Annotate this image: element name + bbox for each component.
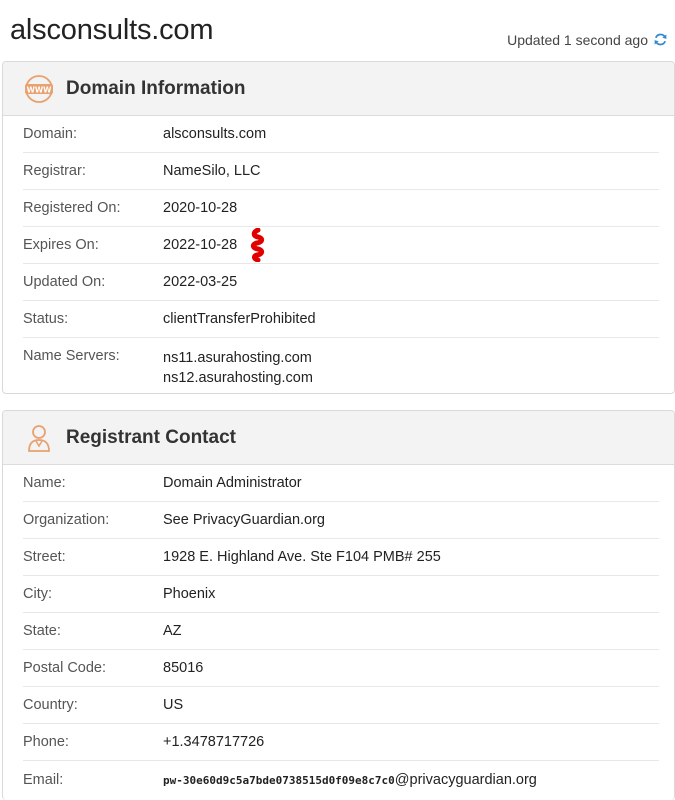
postal-code-row: Postal Code: 85016: [23, 650, 659, 687]
www-globe-icon: WWW: [25, 74, 53, 103]
row-label: City:: [23, 586, 52, 602]
row-value: +1.3478717726: [163, 734, 265, 750]
registrant-contact-title: Registrant Contact: [66, 426, 236, 448]
country-row: Country: US: [23, 687, 659, 724]
row-value: clientTransferProhibited: [163, 311, 316, 327]
name-servers-row: Name Servers: ns11.asurahosting.com ns12…: [23, 338, 659, 393]
row-value: Domain Administrator: [163, 475, 302, 491]
person-icon: [28, 424, 50, 452]
email-value: pw-30e60d9c5a7bde0738515d0f09e8c7c0@priv…: [163, 772, 537, 788]
row-value: See PrivacyGuardian.org: [163, 512, 325, 528]
domain-row: Domain: alsconsults.com: [23, 116, 659, 153]
registrant-contact-card: Registrant Contact Name: Domain Administ…: [2, 410, 675, 800]
row-label: State:: [23, 623, 61, 639]
domain-information-title: Domain Information: [66, 77, 246, 99]
name-server-item: ns11.asurahosting.com: [163, 350, 312, 366]
row-value: 2022-03-25: [163, 274, 238, 290]
domain-information-header: WWW Domain Information: [3, 62, 674, 116]
row-label: Street:: [23, 549, 66, 565]
row-value: 2022-10-28: [163, 237, 238, 253]
row-label: Country:: [23, 697, 78, 713]
row-value: 2020-10-28: [163, 200, 238, 216]
row-label: Name Servers:: [23, 348, 120, 364]
street-row: Street: 1928 E. Highland Ave. Ste F104 P…: [23, 539, 659, 576]
state-row: State: AZ: [23, 613, 659, 650]
row-value: alsconsults.com: [163, 126, 267, 142]
row-value: US: [163, 697, 184, 713]
page-title: alsconsults.com: [10, 14, 214, 46]
name-server-item: ns12.asurahosting.com: [163, 370, 313, 386]
email-row: Email: pw-30e60d9c5a7bde0738515d0f09e8c7…: [23, 761, 659, 798]
domain-information-card: WWW Domain Information Domain: alsconsul…: [2, 61, 675, 394]
status-row: Status: clientTransferProhibited: [23, 301, 659, 338]
registrant-contact-header: Registrant Contact: [3, 411, 674, 465]
city-row: City: Phoenix: [23, 576, 659, 613]
row-label: Updated On:: [23, 274, 106, 290]
row-value: NameSilo, LLC: [163, 163, 261, 179]
email-domain: @privacyguardian.org: [394, 771, 537, 788]
row-label: Domain:: [23, 126, 77, 142]
row-label: Registered On:: [23, 200, 121, 216]
registered-on-row: Registered On: 2020-10-28: [23, 190, 659, 227]
email-user: pw-30e60d9c5a7bde0738515d0f09e8c7c0: [163, 773, 395, 787]
row-label: Phone:: [23, 734, 69, 750]
updated-status: Updated 1 second ago: [507, 31, 669, 48]
organization-row: Organization: See PrivacyGuardian.org: [23, 502, 659, 539]
row-label: Registrar:: [23, 163, 86, 179]
red-scribble-mark: [251, 228, 265, 262]
row-label: Name:: [23, 475, 66, 491]
svg-text:WWW: WWW: [27, 85, 53, 94]
updated-on-row: Updated On: 2022-03-25: [23, 264, 659, 301]
row-value: AZ: [163, 623, 182, 639]
phone-row: Phone: +1.3478717726: [23, 724, 659, 761]
name-row: Name: Domain Administrator: [23, 465, 659, 502]
row-label: Postal Code:: [23, 660, 107, 676]
refresh-icon[interactable]: [652, 31, 669, 48]
name-servers-list: ns11.asurahosting.com ns12.asurahosting.…: [163, 348, 313, 388]
row-value: 1928 E. Highland Ave. Ste F104 PMB# 255: [163, 549, 441, 565]
row-value: 85016: [163, 660, 204, 676]
registrar-row: Registrar: NameSilo, LLC: [23, 153, 659, 190]
row-label: Expires On:: [23, 237, 99, 253]
expires-on-row: Expires On: 2022-10-28: [23, 227, 659, 264]
row-label: Status:: [23, 311, 69, 327]
row-label: Organization:: [23, 512, 110, 528]
updated-text: Updated 1 second ago: [507, 31, 648, 48]
row-value: Phoenix: [163, 586, 216, 602]
row-label: Email:: [23, 771, 64, 788]
